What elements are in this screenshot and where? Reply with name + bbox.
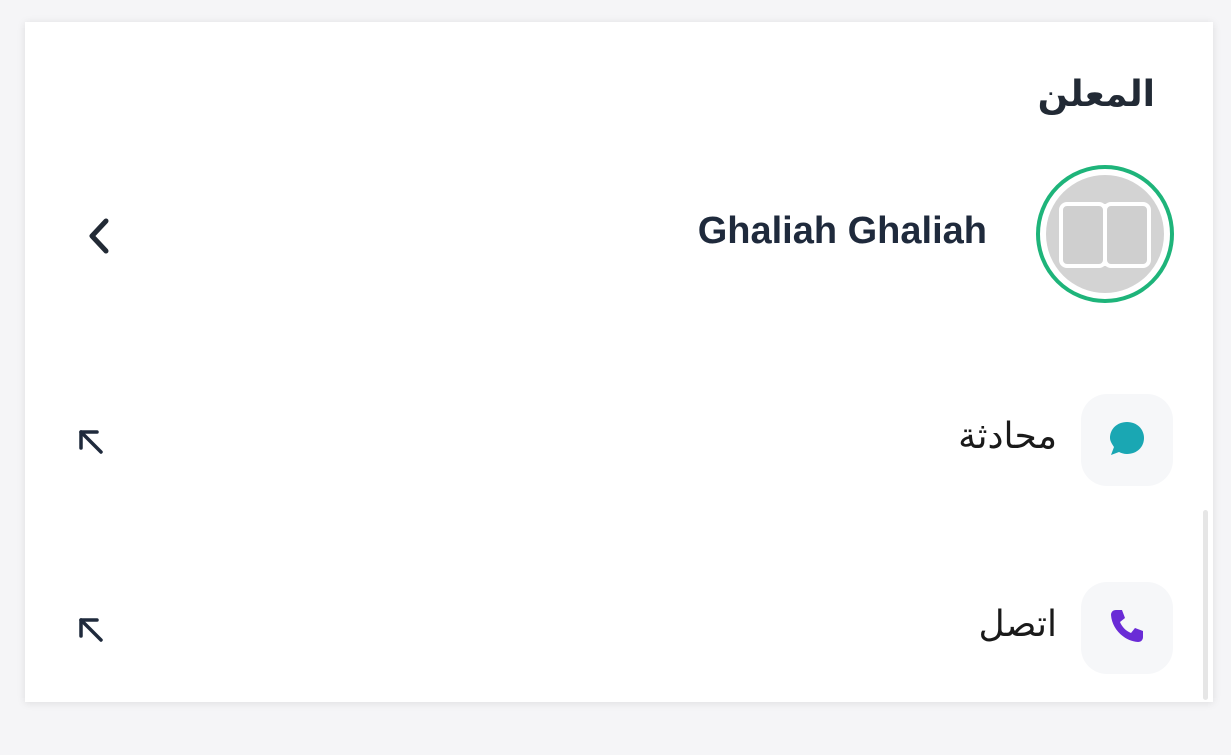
book-icon bbox=[1046, 175, 1164, 293]
call-icon-box bbox=[1081, 582, 1173, 674]
advertiser-name[interactable]: Ghaliah Ghaliah bbox=[698, 210, 987, 253]
arrow-up-left-icon bbox=[73, 424, 109, 460]
call-label: اتصل bbox=[978, 604, 1057, 645]
arrow-up-left-icon bbox=[73, 612, 109, 648]
call-action-row[interactable]: اتصل bbox=[65, 582, 1173, 678]
chevron-left-icon[interactable] bbox=[79, 211, 119, 261]
chat-bubble-icon bbox=[1107, 418, 1147, 462]
chat-action-row[interactable]: محادثة bbox=[65, 394, 1173, 490]
section-title: المعلن bbox=[1037, 74, 1155, 115]
chat-icon-box bbox=[1081, 394, 1173, 486]
chat-label: محادثة bbox=[958, 416, 1057, 457]
scrollbar[interactable] bbox=[1203, 510, 1208, 700]
advertiser-card: المعلن Ghaliah Ghaliah محادثة اتصل bbox=[25, 22, 1213, 702]
avatar[interactable] bbox=[1036, 165, 1174, 303]
phone-icon bbox=[1107, 606, 1147, 650]
